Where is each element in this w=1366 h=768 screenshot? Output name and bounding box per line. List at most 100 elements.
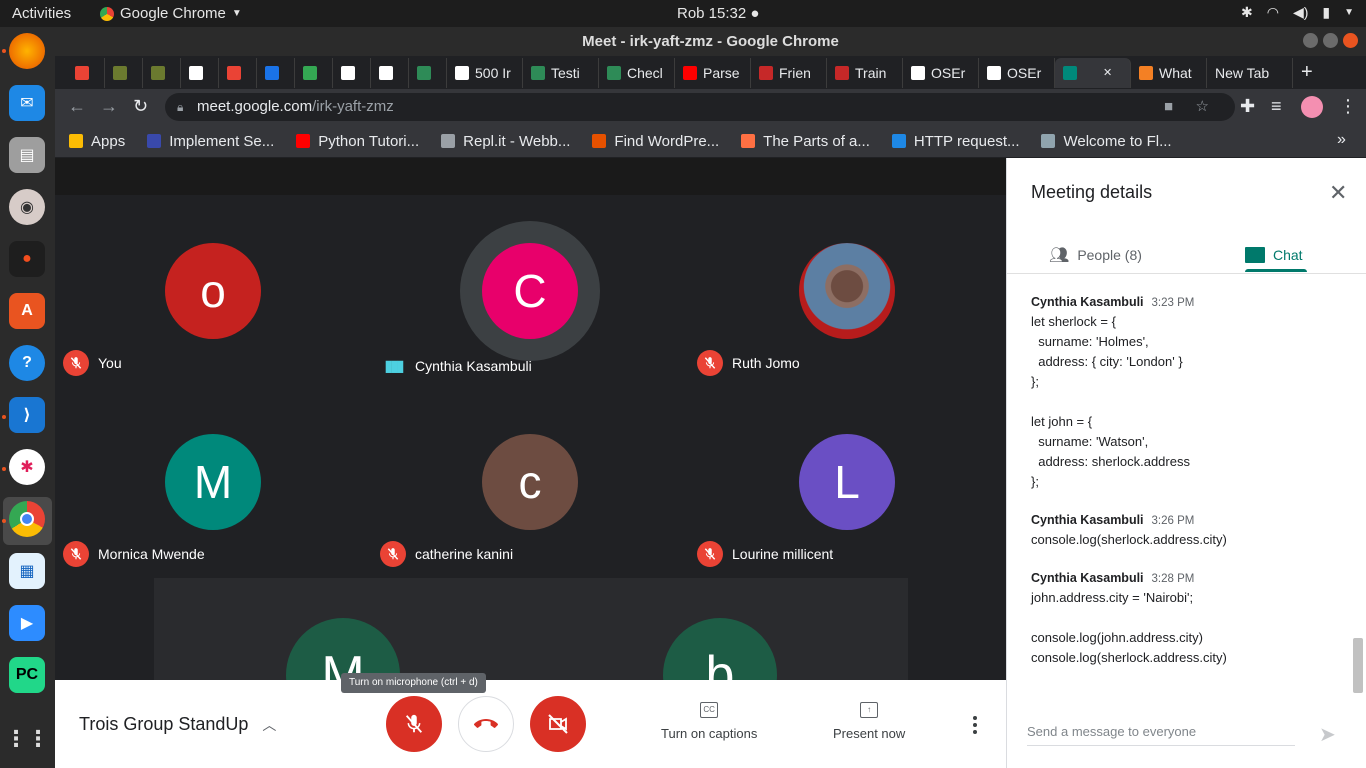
- participant-tile[interactable]: C ▮▮▮ Cynthia Kasambuli: [372, 195, 689, 386]
- zoom-icon[interactable]: ▶: [9, 605, 45, 641]
- bookmark-favicon-icon: [891, 134, 906, 148]
- files-icon[interactable]: ▤: [9, 137, 45, 173]
- browser-tab[interactable]: Checl: [599, 57, 675, 88]
- favicon-icon: [455, 65, 469, 80]
- volume-icon[interactable]: ◀): [1293, 4, 1308, 21]
- pycharm-icon[interactable]: PC: [9, 657, 45, 693]
- participant-avatar[interactable]: M: [286, 618, 400, 680]
- camera-toggle-button[interactable]: [530, 696, 586, 752]
- close-icon[interactable]: ✕: [1329, 180, 1347, 206]
- bookmark-item[interactable]: HTTP request...: [891, 133, 1019, 150]
- present-now-button[interactable]: ↑ Present now: [833, 702, 905, 741]
- browser-tab[interactable]: 500 Ir: [447, 57, 523, 88]
- software-center-icon[interactable]: A: [9, 293, 45, 329]
- activities-button[interactable]: Activities: [12, 5, 71, 22]
- browser-tab[interactable]: What: [1131, 57, 1207, 88]
- bookmark-item[interactable]: Implement Se...: [147, 133, 274, 150]
- chevron-down-icon[interactable]: ▼: [1344, 7, 1354, 18]
- participant-tile[interactable]: c catherine kanini: [372, 386, 689, 577]
- document-viewer-icon[interactable]: ▦: [9, 553, 45, 589]
- maximize-button[interactable]: [1323, 33, 1338, 48]
- tab-close-icon[interactable]: ✕: [1103, 66, 1112, 79]
- browser-tab[interactable]: [333, 57, 371, 88]
- favicon-icon: [759, 65, 773, 80]
- browser-tab[interactable]: [219, 57, 257, 88]
- minimize-button[interactable]: [1303, 33, 1318, 48]
- microphone-toggle-button[interactable]: [386, 696, 442, 752]
- bookmark-star-icon[interactable]: ☆: [1196, 93, 1209, 121]
- participant-tile[interactable]: L Lourine millicent: [689, 386, 1006, 577]
- favicon-icon: [341, 65, 355, 80]
- bookmark-item[interactable]: Repl.it - Webb...: [441, 133, 570, 150]
- tab-meet-active[interactable]: ✕: [1055, 57, 1131, 88]
- clock[interactable]: Rob 15:32 ●: [677, 5, 759, 22]
- more-options-icon[interactable]: [973, 716, 977, 737]
- battery-icon[interactable]: ▮: [1322, 4, 1330, 21]
- tab-chat[interactable]: Chat: [1245, 238, 1303, 272]
- address-bar[interactable]: 🔒︎ meet.google.com/irk-yaft-zmz ■ ☆: [165, 93, 1235, 121]
- bookmark-item[interactable]: Apps: [69, 133, 125, 150]
- browser-tab[interactable]: OSEr: [979, 57, 1055, 88]
- browser-tab[interactable]: [257, 57, 295, 88]
- help-icon[interactable]: ?: [9, 345, 45, 381]
- bookmark-item[interactable]: The Parts of a...: [741, 133, 870, 150]
- new-tab-button[interactable]: +: [1293, 58, 1321, 88]
- chat-scrollbar[interactable]: [1353, 638, 1363, 693]
- chat-text-line: [1031, 392, 1341, 412]
- send-icon[interactable]: ➤: [1319, 722, 1336, 747]
- browser-tab[interactable]: [371, 57, 409, 88]
- browser-tab[interactable]: OSEr: [903, 57, 979, 88]
- slack-icon[interactable]: ✱: [9, 449, 45, 485]
- media-controls-icon[interactable]: ≡: [1271, 96, 1282, 117]
- captions-button[interactable]: CC Turn on captions: [661, 702, 757, 741]
- lock-icon[interactable]: 🔒︎: [177, 93, 183, 121]
- slack-tray-icon[interactable]: ✱: [1241, 4, 1253, 21]
- firefox-icon[interactable]: [9, 33, 45, 69]
- forward-icon[interactable]: →: [100, 96, 118, 117]
- browser-tab[interactable]: New Tab: [1207, 57, 1293, 88]
- chat-input[interactable]: Send a message to everyone: [1027, 724, 1295, 746]
- rhythmbox-icon[interactable]: ◉: [9, 189, 45, 225]
- browser-tab[interactable]: [105, 57, 143, 88]
- bookmark-item[interactable]: Python Tutori...: [296, 133, 419, 150]
- participant-tile[interactable]: o You: [55, 195, 372, 386]
- browser-tab[interactable]: [143, 57, 181, 88]
- system-tray[interactable]: ✱ ◠ ◀) ▮ ▼: [1241, 4, 1354, 21]
- bookmark-item[interactable]: Find WordPre...: [592, 133, 719, 150]
- bookmark-item[interactable]: Welcome to Fl...: [1041, 133, 1172, 150]
- chrome-dock-icon[interactable]: [9, 501, 45, 537]
- extensions-icon[interactable]: ✚: [1240, 96, 1255, 117]
- back-icon[interactable]: ←: [68, 96, 86, 117]
- leave-call-button[interactable]: [458, 696, 514, 752]
- browser-tab[interactable]: [409, 57, 447, 88]
- thunderbird-icon[interactable]: ✉: [9, 85, 45, 121]
- close-window-button[interactable]: [1343, 33, 1358, 48]
- browser-tab[interactable]: [295, 57, 333, 88]
- figma-icon[interactable]: ●: [9, 241, 45, 277]
- camera-icon[interactable]: ■: [1164, 93, 1173, 121]
- participant-avatar[interactable]: b: [663, 618, 777, 680]
- browser-tab[interactable]: Parse: [675, 57, 751, 88]
- browser-tab[interactable]: Train: [827, 57, 903, 88]
- meeting-details-toggle[interactable]: Trois Group StandUp ︿: [79, 714, 276, 735]
- microphone-tooltip: Turn on microphone (ctrl + d): [341, 673, 486, 693]
- tab-label: Parse: [703, 64, 740, 81]
- app-menu[interactable]: Google Chrome ▼: [100, 5, 242, 22]
- chrome-menu-icon[interactable]: ⋮: [1339, 96, 1357, 117]
- vscode-icon[interactable]: ⟩: [9, 397, 45, 433]
- browser-tab[interactable]: [67, 57, 105, 88]
- show-applications-icon[interactable]: ⋮⋮: [5, 721, 49, 757]
- participant-tile[interactable]: Ruth Jomo: [689, 195, 1006, 386]
- browser-tab[interactable]: Testi: [523, 57, 599, 88]
- chat-timestamp: 3:28 PM: [1151, 573, 1195, 585]
- people-icon: 👥︎: [1049, 247, 1070, 264]
- reload-icon[interactable]: ↻: [133, 96, 148, 117]
- browser-tab[interactable]: Frien: [751, 57, 827, 88]
- wifi-icon[interactable]: ◠: [1267, 4, 1279, 21]
- browser-tab[interactable]: [181, 57, 219, 88]
- tab-people[interactable]: 👥︎ People (8): [1049, 238, 1142, 272]
- participant-tile[interactable]: M Mornica Mwende: [55, 386, 372, 577]
- chat-text-line: surname: 'Watson',: [1031, 434, 1149, 449]
- bookmarks-overflow-icon[interactable]: »: [1337, 131, 1346, 149]
- profile-avatar[interactable]: [1301, 96, 1323, 118]
